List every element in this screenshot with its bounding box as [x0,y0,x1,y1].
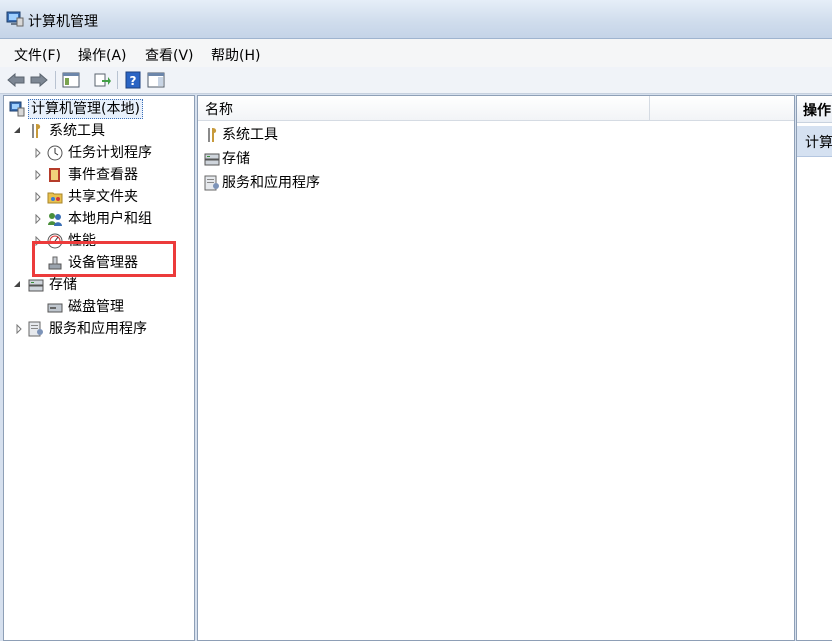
expand-arrow-icon[interactable] [33,170,43,180]
action-pane-section-label: 计算 [805,135,832,151]
console-tree: 计算机管理(本地) 系统工具 任务计划程序 事件查看器 共享文件夹 本地用户和组… [3,95,195,641]
tree-label: 任务计划程序 [68,145,152,161]
menu-bar: 文件(F) 操作(A) 查看(V) 帮助(H) [0,39,832,68]
column-header[interactable]: 名称 [198,96,794,121]
toolbar-separator [117,71,118,89]
tree-item-event-viewer[interactable]: 事件查看器 [4,165,184,185]
svg-text:?: ? [130,74,137,88]
column-name-label: 名称 [205,102,233,118]
computer-management-icon [6,11,24,27]
tree-label: 事件查看器 [68,167,138,183]
collapse-arrow-icon[interactable] [12,126,22,136]
list-item-label: 存储 [222,151,250,167]
tree-label: 本地用户和组 [68,211,152,227]
tree-label: 共享文件夹 [68,189,138,205]
action-pane-header: 操作 [797,96,832,123]
window-title: 计算机管理 [28,14,98,30]
device-manager-icon [48,256,62,270]
tree-label: 系统工具 [49,123,105,139]
action-pane-section[interactable]: 计算 [797,126,832,157]
show-hide-console-tree-icon[interactable] [61,70,81,90]
storage-icon [204,153,220,166]
tree-label: 存储 [49,277,77,293]
tree-item-task-scheduler[interactable]: 任务计划程序 [4,143,184,163]
list-item-label: 服务和应用程序 [222,175,320,191]
expand-arrow-icon[interactable] [14,324,24,334]
tree-item-device-manager[interactable]: 设备管理器 [4,253,184,273]
tree-item-performance[interactable]: 性能 [4,231,184,251]
collapse-arrow-icon[interactable] [12,280,22,290]
tree-label: 服务和应用程序 [49,321,147,337]
expand-arrow-icon[interactable] [33,148,43,158]
export-list-icon[interactable] [92,70,112,90]
tree-label: 性能 [68,233,96,249]
menu-action[interactable]: 操作(A) [78,45,127,65]
disk-icon [47,303,63,313]
tree-label: 计算机管理(本地) [28,99,143,119]
column-divider[interactable] [649,96,650,120]
toolbar: ? [0,67,832,94]
expand-arrow-icon[interactable] [33,192,43,202]
action-pane: 操作 计算 [796,95,832,641]
tools-icon [208,128,217,142]
title-bar: 计算机管理 [0,0,832,39]
menu-help[interactable]: 帮助(H) [211,45,260,65]
tree-label: 磁盘管理 [68,299,124,315]
list-view: 名称 系统工具 存储 服务和应用程序 [197,95,795,641]
services-icon [28,321,43,337]
tree-item-local-users[interactable]: 本地用户和组 [4,209,184,229]
tree-label: 设备管理器 [68,255,138,271]
tree-item-system-tools[interactable]: 系统工具 [4,121,184,141]
expand-arrow-icon[interactable] [33,236,43,246]
action-pane-title: 操作 [803,103,831,119]
tree-item-shared-folders[interactable]: 共享文件夹 [4,187,184,207]
users-icon [48,213,62,226]
show-hide-action-pane-icon[interactable] [146,70,166,90]
storage-icon [28,279,44,292]
back-arrow-icon[interactable] [6,70,26,90]
toolbar-separator [55,71,56,89]
event-viewer-icon [49,168,60,182]
tree-item-root[interactable]: 计算机管理(本地) [6,99,149,119]
performance-icon [47,233,63,249]
forward-arrow-icon[interactable] [29,70,49,90]
help-icon[interactable]: ? [123,70,143,90]
services-icon [204,175,219,191]
computer-management-icon [9,101,25,117]
tree-item-disk-management[interactable]: 磁盘管理 [4,297,184,317]
menu-file[interactable]: 文件(F) [14,45,61,65]
tree-item-services-apps[interactable]: 服务和应用程序 [4,319,184,339]
expand-arrow-icon[interactable] [33,214,43,224]
shared-folder-icon [47,192,63,204]
tree-item-storage[interactable]: 存储 [4,275,184,295]
tools-icon [32,124,41,138]
list-item-label: 系统工具 [222,127,278,143]
clock-icon [47,145,63,161]
menu-view[interactable]: 查看(V) [145,45,194,65]
